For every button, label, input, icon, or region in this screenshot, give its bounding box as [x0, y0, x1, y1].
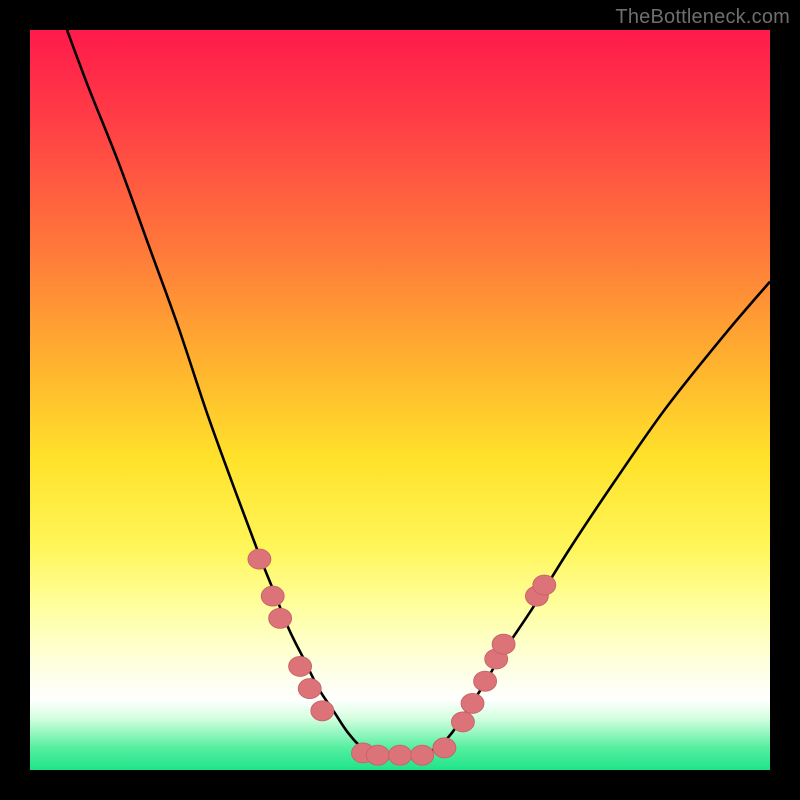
- marker-group: [248, 549, 556, 765]
- curve-layer: [30, 30, 770, 770]
- watermark-text: TheBottleneck.com: [615, 6, 790, 29]
- data-marker: [248, 549, 271, 569]
- data-marker: [492, 634, 515, 654]
- data-marker: [461, 693, 484, 713]
- data-marker: [311, 701, 334, 721]
- data-marker: [433, 738, 456, 758]
- data-marker: [261, 586, 284, 606]
- data-marker: [366, 745, 389, 765]
- bottleneck-curve: [67, 30, 770, 756]
- chart-frame: TheBottleneck.com: [0, 0, 800, 800]
- data-marker: [474, 671, 497, 691]
- data-marker: [389, 745, 412, 765]
- data-marker: [298, 679, 321, 699]
- data-marker: [269, 608, 292, 628]
- data-marker: [289, 656, 312, 676]
- data-marker: [451, 712, 474, 732]
- data-marker: [533, 575, 556, 595]
- data-marker: [411, 745, 434, 765]
